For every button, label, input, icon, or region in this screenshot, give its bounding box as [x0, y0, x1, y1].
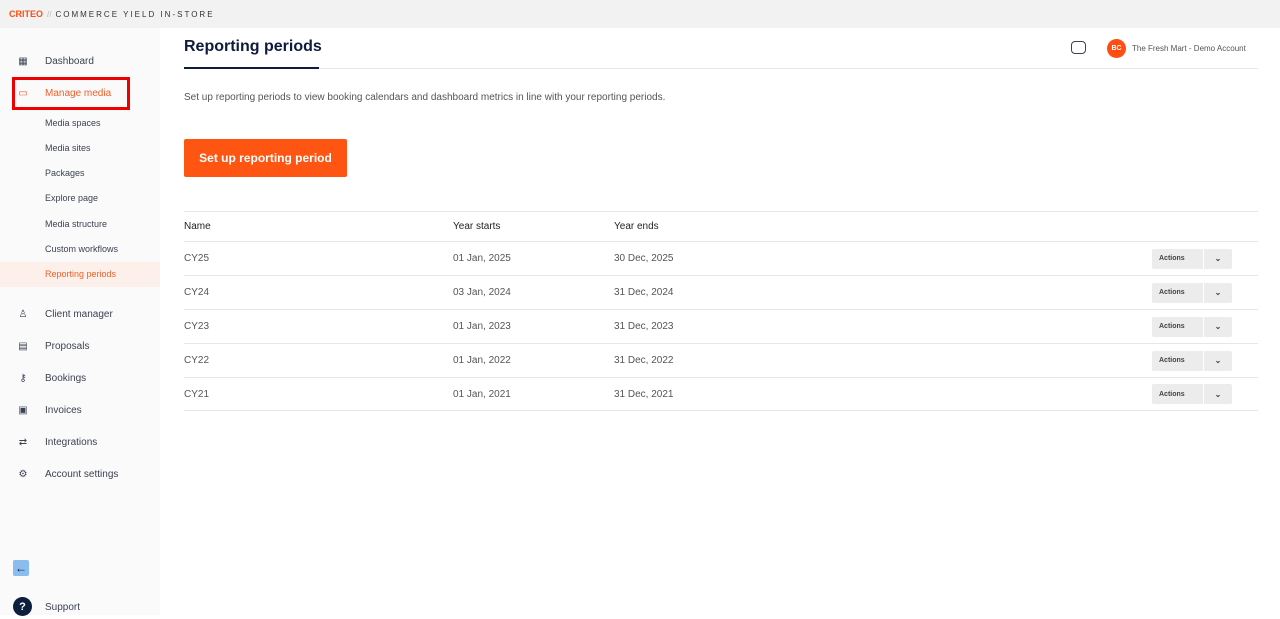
column-header-name: Name — [184, 221, 211, 232]
sidebar-item-bookings[interactable]: ⚷ Bookings — [0, 366, 160, 390]
sidebar-item-label: Bookings — [45, 372, 87, 384]
sidebar-item-dashboard[interactable]: ▦ Dashboard — [0, 49, 160, 73]
table-row: CY22 01 Jan, 2022 31 Dec, 2022 Actions ⌄ — [184, 343, 1258, 377]
sidebar-subitem-media-sites[interactable]: Media sites — [0, 135, 160, 160]
chevron-down-icon[interactable]: ⌄ — [1204, 351, 1232, 371]
cell-name: CY24 — [184, 287, 210, 298]
separator: // — [47, 9, 52, 19]
chevron-down-icon[interactable]: ⌄ — [1204, 384, 1232, 404]
actions-dropdown[interactable]: Actions ⌄ — [1152, 282, 1232, 303]
collapse-sidebar-icon[interactable]: ← — [13, 560, 29, 576]
cell-name: CY25 — [184, 253, 210, 264]
active-tab-underline — [184, 67, 319, 69]
page-description: Set up reporting periods to view booking… — [184, 92, 666, 103]
actions-dropdown[interactable]: Actions ⌄ — [1152, 248, 1232, 269]
reporting-periods-table: Name Year starts Year ends CY25 01 Jan, … — [184, 211, 1258, 411]
sidebar-subitem-media-structure[interactable]: Media structure — [0, 211, 160, 236]
sidebar-subitem-label: Media structure — [45, 218, 108, 229]
avatar[interactable]: BC — [1107, 39, 1126, 58]
chevron-down-icon[interactable]: ⌄ — [1204, 317, 1232, 337]
cell-name: CY22 — [184, 355, 210, 366]
sidebar-subitem-media-spaces[interactable]: Media spaces — [0, 110, 160, 135]
actions-button[interactable]: Actions — [1152, 248, 1204, 269]
sidebar-item-integrations[interactable]: ⇄ Integrations — [0, 430, 160, 454]
sidebar-subitem-label: Media sites — [45, 142, 91, 153]
account-name[interactable]: The Fresh Mart - Demo Account — [1132, 44, 1246, 53]
cell-name: CY23 — [184, 321, 210, 332]
highlight-box — [12, 77, 130, 110]
table-header: Name Year starts Year ends — [184, 211, 1258, 241]
table-row: CY25 01 Jan, 2025 30 Dec, 2025 Actions ⌄ — [184, 241, 1258, 275]
setup-reporting-period-button[interactable]: Set up reporting period — [184, 139, 347, 177]
sidebar-item-proposals[interactable]: ▤ Proposals — [0, 334, 160, 358]
sidebar-item-label: Account settings — [45, 468, 119, 480]
table-row: CY21 01 Jan, 2021 31 Dec, 2021 Actions ⌄ — [184, 377, 1258, 411]
sidebar-subitem-label: Explore page — [45, 193, 99, 204]
sidebar-subitem-label: Reporting periods — [45, 269, 117, 280]
sidebar-subitem-custom-workflows[interactable]: Custom workflows — [0, 237, 160, 262]
actions-button[interactable]: Actions — [1152, 282, 1204, 303]
grid-icon: ▦ — [18, 55, 28, 67]
table-row: CY23 01 Jan, 2023 31 Dec, 2023 Actions ⌄ — [184, 309, 1258, 343]
actions-button[interactable]: Actions — [1152, 350, 1204, 371]
criteo-logo: CRITEO — [9, 9, 44, 19]
proposal-icon: ▤ — [18, 340, 28, 352]
actions-dropdown[interactable]: Actions ⌄ — [1152, 350, 1232, 371]
sidebar-item-account-settings[interactable]: ⚙ Account settings — [0, 462, 160, 486]
product-name: COMMERCE YIELD IN-STORE — [55, 9, 215, 19]
arrows-icon: ⇄ — [18, 436, 28, 448]
divider — [184, 68, 1258, 69]
sidebar-subitem-reporting-periods[interactable]: Reporting periods — [0, 261, 160, 287]
sidebar-item-label: Integrations — [45, 436, 98, 448]
gear-icon: ⚙ — [18, 468, 28, 480]
cell-year-ends: 31 Dec, 2022 — [614, 355, 674, 366]
actions-button[interactable]: Actions — [1152, 384, 1204, 404]
key-icon: ⚷ — [19, 372, 27, 384]
user-icon: ♙ — [18, 308, 28, 320]
cell-year-ends: 31 Dec, 2023 — [614, 321, 674, 332]
chevron-down-icon[interactable]: ⌄ — [1204, 283, 1232, 303]
column-header-year-starts: Year starts — [453, 221, 501, 232]
sidebar-item-label: Dashboard — [45, 55, 94, 67]
cell-year-starts: 01 Jan, 2025 — [453, 253, 511, 264]
table-row: CY24 03 Jan, 2024 31 Dec, 2024 Actions ⌄ — [184, 275, 1258, 309]
sidebar-item-invoices[interactable]: ▣ Invoices — [0, 398, 160, 422]
chat-icon[interactable] — [1071, 41, 1086, 54]
sidebar-item-label: Proposals — [45, 340, 90, 352]
help-icon: ? — [13, 597, 32, 616]
column-header-year-ends: Year ends — [614, 221, 659, 232]
cell-year-ends: 31 Dec, 2024 — [614, 287, 674, 298]
sidebar-subitem-packages[interactable]: Packages — [0, 161, 160, 186]
invoice-icon: ▣ — [18, 404, 28, 416]
sidebar-subitem-label: Media spaces — [45, 117, 101, 128]
sidebar-item-label: Support — [45, 601, 81, 613]
cell-year-starts: 03 Jan, 2024 — [453, 287, 511, 298]
cell-year-ends: 30 Dec, 2025 — [614, 253, 674, 264]
sidebar-item-support[interactable]: ? Support — [0, 595, 160, 619]
cell-year-starts: 01 Jan, 2022 — [453, 355, 511, 366]
cell-year-starts: 01 Jan, 2021 — [453, 388, 511, 400]
top-bar: CRITEO // COMMERCE YIELD IN-STORE — [0, 0, 1280, 28]
sidebar-subitem-label: Custom workflows — [45, 244, 119, 254]
actions-dropdown[interactable]: Actions ⌄ — [1152, 316, 1232, 337]
actions-dropdown[interactable]: Actions ⌄ — [1152, 384, 1232, 404]
cell-year-starts: 01 Jan, 2023 — [453, 321, 511, 332]
sidebar-item-client-manager[interactable]: ♙ Client manager — [0, 302, 160, 326]
actions-button[interactable]: Actions — [1152, 316, 1204, 337]
sidebar-item-label: Invoices — [45, 404, 82, 416]
page-title: Reporting periods — [184, 38, 322, 55]
cell-name: CY21 — [184, 388, 210, 400]
cell-year-ends: 31 Dec, 2021 — [614, 388, 674, 400]
sidebar-item-label: Client manager — [45, 308, 113, 320]
chevron-down-icon[interactable]: ⌄ — [1204, 249, 1232, 269]
sidebar-subitem-explore-page[interactable]: Explore page — [0, 186, 160, 211]
sidebar-subitem-label: Packages — [45, 168, 85, 179]
